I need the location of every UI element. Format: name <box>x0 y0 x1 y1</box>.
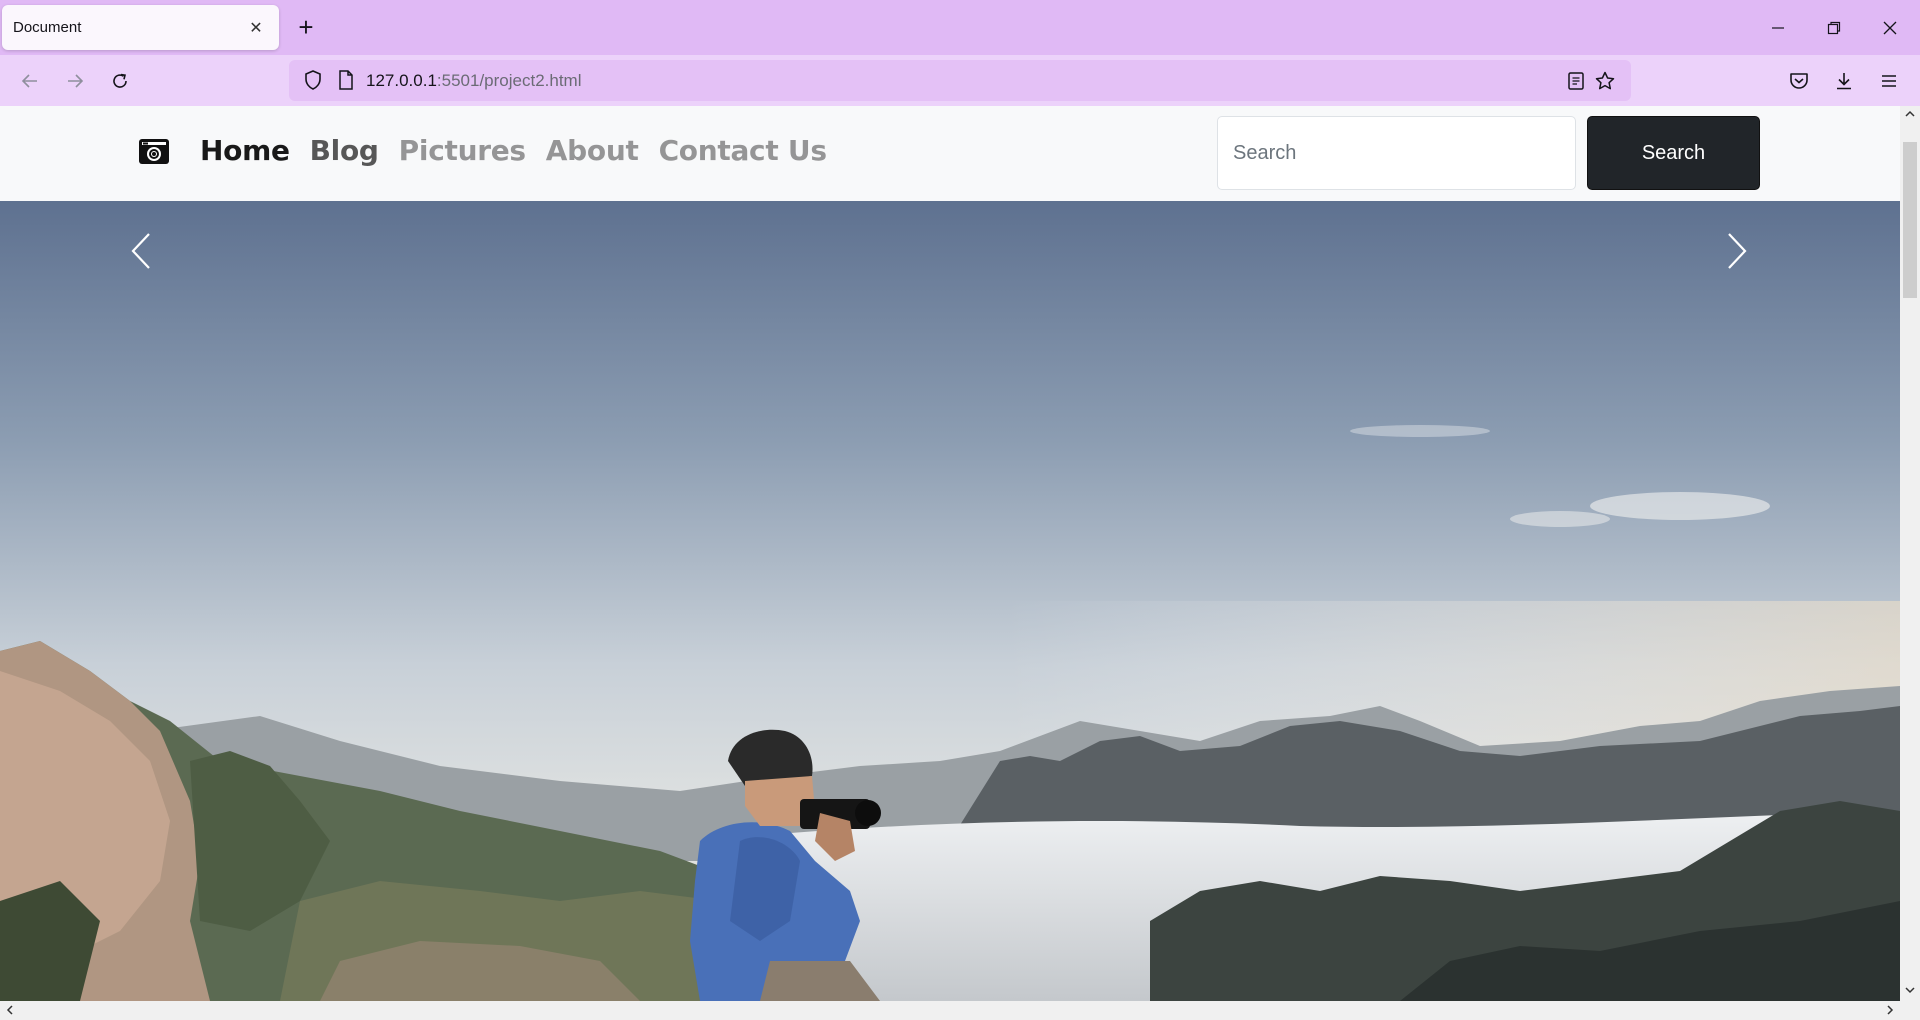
restore-icon <box>1827 21 1841 34</box>
hamburger-icon <box>1882 75 1896 87</box>
search-input[interactable] <box>1217 116 1576 190</box>
arrow-left-icon <box>21 74 37 88</box>
close-window-button[interactable] <box>1862 0 1918 55</box>
vertical-scroll-thumb[interactable] <box>1903 142 1917 298</box>
star-icon <box>1595 71 1615 90</box>
nav-link-contact[interactable]: Contact Us <box>659 134 827 168</box>
nav-link-about[interactable]: About <box>546 134 639 168</box>
restore-button[interactable] <box>1806 0 1862 55</box>
minimize-button[interactable] <box>1750 0 1806 55</box>
page-icon <box>339 70 353 90</box>
forward-button[interactable] <box>57 63 93 99</box>
hero-carousel[interactable] <box>0 201 1900 1001</box>
downloads-button[interactable] <box>1826 63 1862 99</box>
download-icon <box>1837 73 1851 90</box>
scrollbar-corner <box>1900 1001 1920 1020</box>
url-text[interactable]: 127.0.0.1:5501/project2.html <box>366 71 582 91</box>
scroll-right-icon[interactable] <box>1884 1004 1896 1019</box>
browser-toolbar: 127.0.0.1:5501/project2.html <box>0 55 1920 106</box>
browser-tab[interactable]: Document ✕ <box>2 5 279 50</box>
horizontal-scrollbar[interactable] <box>0 1001 1900 1020</box>
site-navbar: Home Blog Pictures About Contact Us Sear… <box>0 106 1900 201</box>
pocket-icon <box>1790 73 1808 89</box>
camera-icon[interactable] <box>138 136 170 166</box>
carousel-prev-button[interactable] <box>111 221 171 281</box>
vertical-scrollbar[interactable] <box>1900 106 1920 1001</box>
arrow-right-icon <box>68 74 84 88</box>
tab-close-icon[interactable]: ✕ <box>241 13 271 43</box>
browser-tab-bar: Document ✕ + <box>0 0 1920 55</box>
address-bar[interactable]: 127.0.0.1:5501/project2.html <box>289 60 1631 101</box>
page-viewport: Home Blog Pictures About Contact Us Sear… <box>0 106 1900 1001</box>
bookmark-button[interactable] <box>1592 68 1618 94</box>
menu-button[interactable] <box>1871 63 1907 99</box>
reader-view-button[interactable] <box>1563 68 1589 94</box>
reader-view-icon <box>1568 72 1584 90</box>
url-path: :5501/project2.html <box>436 71 582 90</box>
new-tab-button[interactable]: + <box>290 11 322 43</box>
close-icon <box>1883 21 1897 34</box>
carousel-next-button[interactable] <box>1707 221 1767 281</box>
scroll-left-icon[interactable] <box>4 1004 16 1019</box>
chevron-left-icon <box>131 233 150 269</box>
url-host: 127.0.0.1 <box>366 71 437 90</box>
tab-title: Document <box>13 19 82 36</box>
scroll-down-icon[interactable] <box>1904 984 1916 999</box>
reload-button[interactable] <box>102 63 138 99</box>
reload-icon <box>113 73 127 88</box>
search-button[interactable]: Search <box>1587 116 1760 190</box>
scroll-up-icon[interactable] <box>1904 108 1916 123</box>
nav-link-blog[interactable]: Blog <box>310 134 379 168</box>
shield-icon[interactable] <box>301 68 325 92</box>
chevron-right-icon <box>1728 233 1747 269</box>
nav-links: Home Blog Pictures About Contact Us <box>200 134 847 168</box>
pocket-button[interactable] <box>1781 63 1817 99</box>
minimize-icon <box>1772 26 1784 29</box>
nav-link-home[interactable]: Home <box>200 134 290 168</box>
nav-link-pictures[interactable]: Pictures <box>399 134 526 168</box>
back-button[interactable] <box>12 63 48 99</box>
hero-image <box>0 201 1900 1001</box>
